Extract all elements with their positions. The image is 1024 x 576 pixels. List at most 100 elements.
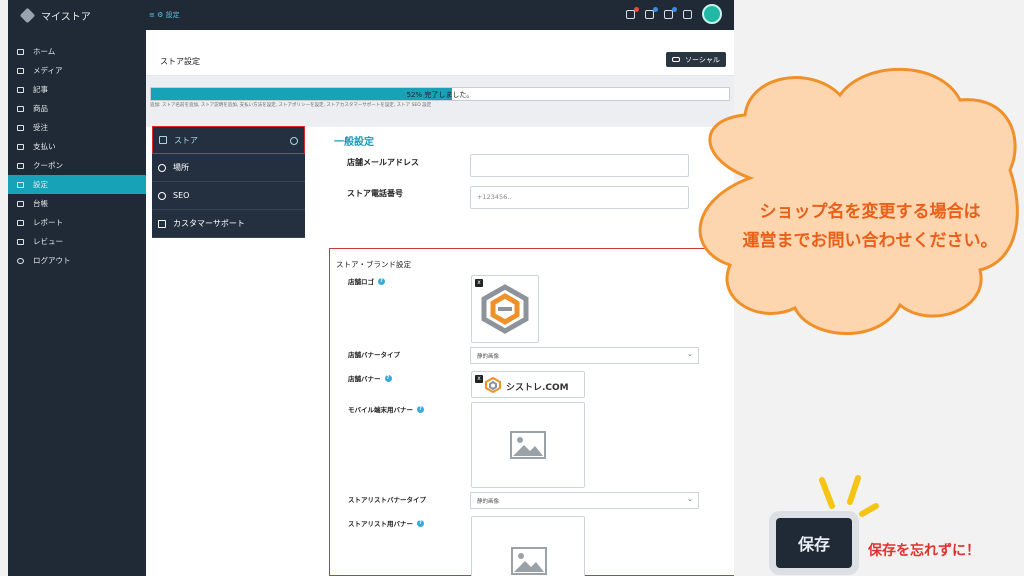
image-placeholder-icon xyxy=(511,547,547,575)
sidebar-item-label: ホーム xyxy=(33,47,56,56)
brand-settings-title: ストア・ブランド設定 xyxy=(336,260,411,269)
mobile-banner-upload[interactable] xyxy=(471,402,585,488)
image-placeholder-icon xyxy=(510,431,546,459)
chart-icon xyxy=(17,219,24,226)
sidebar-item-coupons[interactable]: クーポン xyxy=(8,156,146,175)
settings-icon xyxy=(17,181,24,188)
sidebar-item-media[interactable]: メディア xyxy=(8,61,146,80)
social-icon xyxy=(672,57,680,62)
remove-icon[interactable]: x xyxy=(475,375,483,383)
sidebar-item-label: ログアウト xyxy=(33,256,71,265)
ledger-icon xyxy=(17,200,24,207)
progress-hint[interactable]: 追加: ストア名前を追加, ストア説明を追加, 支払い方法を設定, ストアポリシ… xyxy=(150,102,431,108)
progress-bar: 52% 完了しました。 xyxy=(150,87,730,101)
email-label: 店舗メールアドレス xyxy=(347,158,419,167)
callout-text: ショップ名を変更する場合は 運営までお問い合わせください。 xyxy=(742,202,998,251)
tab-seo[interactable]: SEO xyxy=(152,182,305,210)
sidebar-item-home[interactable]: ホーム xyxy=(8,42,146,61)
page-header: ストア設定 ソーシャル xyxy=(146,46,734,76)
review-icon xyxy=(17,238,24,245)
cart-icon xyxy=(17,124,24,131)
sidebar-item-reports[interactable]: レポート xyxy=(8,213,146,232)
logo-image xyxy=(481,284,529,334)
sidebar-item-ledger[interactable]: 台帳 xyxy=(8,194,146,213)
sidebar-item-label: レビュー xyxy=(33,237,63,246)
top-bar: マイストア ≡ ⚙ 設定 xyxy=(8,0,734,30)
sidebar-item-label: 台帳 xyxy=(33,199,48,208)
sidebar-item-payments[interactable]: 支払い xyxy=(8,137,146,156)
monitor-icon xyxy=(17,48,24,55)
sidebar-item-label: 記事 xyxy=(33,85,48,94)
sidebar-item-logout[interactable]: ログアウト xyxy=(8,251,146,270)
sidebar-item-articles[interactable]: 記事 xyxy=(8,80,146,99)
banner-brand-text: シストレ.COM xyxy=(506,383,569,393)
sidebar-item-products[interactable]: 商品 xyxy=(8,99,146,118)
product-icon xyxy=(17,105,24,112)
help-icon[interactable]: ? xyxy=(378,277,385,285)
tab-label: カスタマーサポート xyxy=(173,219,245,228)
logo-upload[interactable]: x xyxy=(471,275,539,343)
logo-label: 店舗ロゴ ? xyxy=(348,276,385,286)
banner-type-select[interactable]: 静的画像 ⌄ xyxy=(470,347,699,364)
list-banner-type-select[interactable]: 静的画像 ⌄ xyxy=(470,492,699,509)
power-icon xyxy=(17,257,24,264)
banner-upload[interactable]: x シストレ.COM xyxy=(471,371,585,398)
chevron-down-icon: ⌄ xyxy=(687,495,693,503)
tab-label: SEO xyxy=(173,191,190,200)
sidebar-item-label: レポート xyxy=(33,218,63,227)
header-icons xyxy=(626,4,722,24)
bell-icon[interactable] xyxy=(626,6,639,19)
megaphone-icon[interactable] xyxy=(664,6,677,19)
banner-label-text: 店舗バナー xyxy=(348,375,381,383)
notification-badge xyxy=(672,6,677,12)
list-banner-upload[interactable] xyxy=(471,516,585,576)
breadcrumb[interactable]: ≡ ⚙ 設定 xyxy=(149,10,180,20)
admin-screenshot: マイストア ≡ ⚙ 設定 ホーム メディア 記事 商品 受注 支払い クーポン … xyxy=(8,0,734,576)
phone-field[interactable]: +123456.. xyxy=(470,186,689,209)
list-banner-label-text: ストアリスト用バナー xyxy=(348,520,413,528)
mobile-banner-label: モバイル端末用バナー ? xyxy=(348,404,424,414)
tab-store[interactable]: ストア xyxy=(152,126,305,154)
save-button[interactable]: 保存 xyxy=(776,518,852,568)
list-banner-type-value: 静的画像 xyxy=(477,499,500,505)
sidebar-item-settings[interactable]: 設定 xyxy=(8,175,146,194)
tab-label: 場所 xyxy=(173,163,189,172)
banner-label: 店舗バナー ? xyxy=(348,373,392,383)
burst-icon xyxy=(819,475,879,517)
notification-badge xyxy=(634,6,639,12)
banner-logo-icon xyxy=(485,377,501,393)
tab-customer-support[interactable]: カスタマーサポート xyxy=(152,210,305,238)
image-icon xyxy=(17,67,24,74)
general-settings-heading: 一般設定 xyxy=(334,137,374,148)
tab-location[interactable]: 場所 xyxy=(152,154,305,182)
clock-icon[interactable] xyxy=(645,6,658,19)
brand[interactable]: マイストア xyxy=(19,7,91,24)
banner-type-value: 静的画像 xyxy=(477,354,500,360)
sidebar-item-label: 受注 xyxy=(33,123,48,132)
globe-icon xyxy=(290,137,298,145)
tab-label: ストア xyxy=(174,135,198,145)
help-icon[interactable]: ? xyxy=(417,519,424,527)
brand-settings-panel: ストア・ブランド設定 店舗ロゴ ? x 店舗バナータイプ 静的画像 ⌄ 店舗バナ… xyxy=(329,248,734,576)
sidebar-item-label: メディア xyxy=(33,66,63,75)
sidebar-item-label: クーポン xyxy=(33,161,63,170)
coupon-icon xyxy=(17,162,24,169)
list-banner-label: ストアリスト用バナー ? xyxy=(348,518,424,528)
thumbs-up-icon xyxy=(158,219,166,228)
sidebar-item-label: 設定 xyxy=(33,180,48,189)
avatar[interactable] xyxy=(702,4,722,24)
sidebar-item-reviews[interactable]: レビュー xyxy=(8,232,146,251)
article-icon xyxy=(17,86,24,93)
notification-badge xyxy=(653,6,658,12)
phone-label: ストア電話番号 xyxy=(347,189,403,198)
page-title: ストア設定 xyxy=(160,57,200,66)
app-title: マイストア xyxy=(41,12,91,23)
card-icon xyxy=(17,143,24,150)
document-icon[interactable] xyxy=(683,9,692,19)
email-field[interactable] xyxy=(470,154,689,177)
sidebar-item-orders[interactable]: 受注 xyxy=(8,118,146,137)
help-icon[interactable]: ? xyxy=(384,374,392,382)
sidebar-item-label: 商品 xyxy=(33,104,48,113)
save-reminder: 保存を忘れずに！ xyxy=(868,543,980,559)
help-icon[interactable]: ? xyxy=(417,405,424,413)
